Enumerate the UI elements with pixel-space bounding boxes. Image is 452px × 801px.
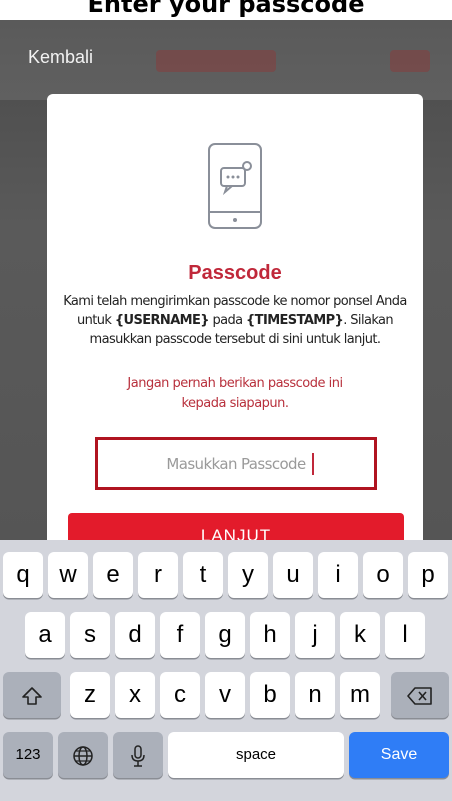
- save-key[interactable]: Save: [349, 732, 449, 778]
- delete-key[interactable]: [391, 672, 449, 718]
- phone-message-icon: [208, 143, 262, 229]
- microphone-key[interactable]: [113, 732, 163, 778]
- key-r[interactable]: r: [138, 552, 178, 598]
- key-u[interactable]: u: [273, 552, 313, 598]
- key-b[interactable]: b: [250, 672, 290, 718]
- key-j[interactable]: j: [295, 612, 335, 658]
- key-d[interactable]: d: [115, 612, 155, 658]
- instruction-text: Kami telah mengirimkan passcode ke nomor…: [61, 292, 409, 349]
- globe-key[interactable]: [58, 732, 108, 778]
- instruction-text-part2: pada: [208, 313, 247, 328]
- key-y[interactable]: y: [228, 552, 268, 598]
- key-m[interactable]: m: [340, 672, 380, 718]
- keyboard: q w e r t y u i o p a s d f g h j k l z …: [0, 540, 452, 801]
- key-z[interactable]: z: [70, 672, 110, 718]
- key-q[interactable]: q: [3, 552, 43, 598]
- shift-key[interactable]: [3, 672, 61, 718]
- key-s[interactable]: s: [70, 612, 110, 658]
- passcode-input[interactable]: [98, 440, 374, 487]
- text-cursor: [312, 453, 314, 475]
- space-key[interactable]: space: [168, 732, 344, 778]
- dialog-title: Passcode: [188, 262, 282, 284]
- key-v[interactable]: v: [205, 672, 245, 718]
- key-t[interactable]: t: [183, 552, 223, 598]
- key-k[interactable]: k: [340, 612, 380, 658]
- delete-icon: [407, 686, 432, 705]
- back-button[interactable]: Kembali: [28, 47, 93, 68]
- passcode-field-highlight: [95, 437, 377, 490]
- microphone-icon: [131, 744, 145, 767]
- key-o[interactable]: o: [363, 552, 403, 598]
- key-e[interactable]: e: [93, 552, 133, 598]
- shift-icon: [22, 686, 42, 705]
- globe-icon: [73, 745, 93, 766]
- blurred-header-icon: [390, 50, 430, 72]
- blurred-header-element: [156, 50, 276, 72]
- caption-text: Enter your passcode: [87, 0, 365, 18]
- username-token: {USERNAME}: [114, 313, 210, 328]
- key-g[interactable]: g: [205, 612, 245, 658]
- key-p[interactable]: p: [408, 552, 448, 598]
- key-h[interactable]: h: [250, 612, 290, 658]
- key-w[interactable]: w: [48, 552, 88, 598]
- warning-line-1: Jangan pernah berikan passcode ini: [127, 376, 343, 391]
- screenshot-caption: Enter your passcode: [0, 0, 452, 20]
- passcode-dialog: Passcode Kami telah mengirimkan passcode…: [47, 94, 423, 554]
- warning-line-2: kepada siapapun.: [181, 396, 289, 411]
- key-l[interactable]: l: [385, 612, 425, 658]
- key-n[interactable]: n: [295, 672, 335, 718]
- key-x[interactable]: x: [115, 672, 155, 718]
- key-a[interactable]: a: [25, 612, 65, 658]
- key-i[interactable]: i: [318, 552, 358, 598]
- key-f[interactable]: f: [160, 612, 200, 658]
- security-warning: Jangan pernah berikan passcode ini kepad…: [97, 374, 373, 414]
- key-c[interactable]: c: [160, 672, 200, 718]
- numbers-key[interactable]: 123: [3, 732, 53, 778]
- timestamp-token: {TIMESTAMP}: [246, 313, 344, 328]
